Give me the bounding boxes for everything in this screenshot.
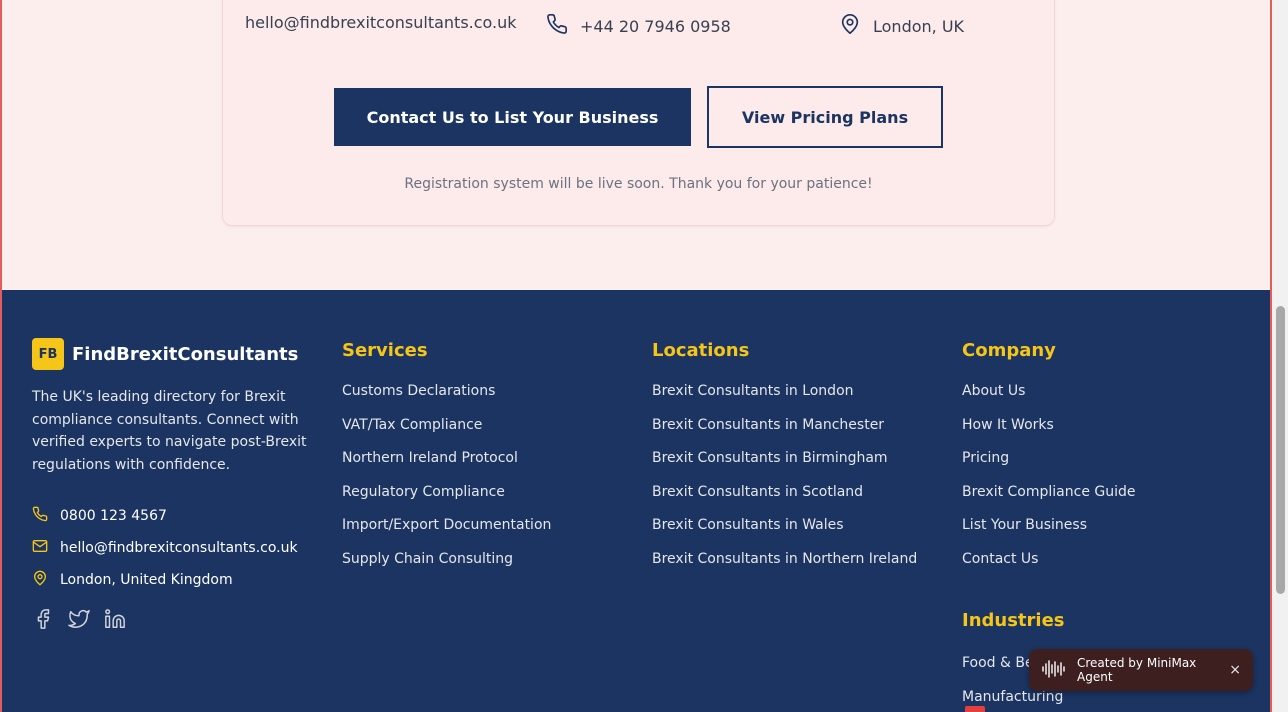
social-links <box>32 608 126 634</box>
footer-link[interactable]: VAT/Tax Compliance <box>342 417 551 451</box>
contact-card: hello@findbrexitconsultants.co.uk +44 20… <box>222 0 1055 226</box>
footer-link[interactable]: Brexit Consultants in Wales <box>652 517 917 551</box>
brand-name: FindBrexitConsultants <box>72 343 299 365</box>
locations-heading: Locations <box>652 340 750 361</box>
footer-link[interactable]: Northern Ireland Protocol <box>342 450 551 484</box>
brand-description: The UK's leading directory for Brexit co… <box>32 389 307 473</box>
footer-link[interactable]: Supply Chain Consulting <box>342 551 551 585</box>
list-business-button[interactable]: Contact Us to List Your Business <box>334 88 691 146</box>
contact-email[interactable]: hello@findbrexitconsultants.co.uk <box>245 13 517 32</box>
contact-location-text: London, UK <box>873 16 965 36</box>
footer-phone[interactable]: 0800 123 4567 <box>32 500 298 532</box>
footer-link[interactable]: Brexit Consultants in London <box>652 383 917 417</box>
footer-phone-text: 0800 123 4567 <box>60 508 167 524</box>
footer-services: Services Customs Declarations VAT/Tax Co… <box>342 340 551 585</box>
footer-link[interactable]: About Us <box>962 383 1136 417</box>
footer-link[interactable]: List Your Business <box>962 517 1136 551</box>
twitter-icon[interactable] <box>68 608 90 634</box>
close-icon[interactable]: × <box>1229 662 1241 678</box>
footer-company: Company About Us How It Works Pricing Br… <box>962 340 1136 585</box>
mail-icon <box>32 538 48 558</box>
partial-element <box>965 706 985 712</box>
footer-link[interactable]: Regulatory Compliance <box>342 484 551 518</box>
registration-note: Registration system will be live soon. T… <box>404 176 873 192</box>
footer-link[interactable]: Brexit Compliance Guide <box>962 484 1136 518</box>
footer-locations: Locations Brexit Consultants in London B… <box>652 340 917 585</box>
map-pin-icon <box>839 13 861 39</box>
scrollbar[interactable] <box>1272 0 1288 712</box>
services-heading: Services <box>342 340 428 361</box>
footer-email[interactable]: hello@findbrexitconsultants.co.uk <box>32 532 298 564</box>
footer-link[interactable]: Brexit Consultants in Northern Ireland <box>652 551 917 585</box>
contact-row: hello@findbrexitconsultants.co.uk +44 20… <box>223 13 1054 37</box>
footer-link[interactable]: Import/Export Documentation <box>342 517 551 551</box>
contact-phone[interactable]: +44 20 7946 0958 <box>546 13 731 39</box>
view-pricing-button[interactable]: View Pricing Plans <box>707 86 943 148</box>
footer-link[interactable]: Brexit Consultants in Manchester <box>652 417 917 451</box>
contact-phone-text: +44 20 7946 0958 <box>580 16 731 36</box>
map-pin-icon <box>32 570 48 590</box>
footer-link[interactable]: Brexit Consultants in Scotland <box>652 484 917 518</box>
frame-border-left <box>0 0 2 712</box>
company-heading: Company <box>962 340 1056 361</box>
badge-text: Created by MiniMax Agent <box>1077 656 1197 684</box>
contact-location: London, UK <box>839 13 964 39</box>
facebook-icon[interactable] <box>32 608 54 634</box>
footer-email-text: hello@findbrexitconsultants.co.uk <box>60 540 298 556</box>
footer-link[interactable]: Brexit Consultants in Birmingham <box>652 450 917 484</box>
linkedin-icon[interactable] <box>104 608 126 634</box>
footer-link[interactable]: Customs Declarations <box>342 383 551 417</box>
minimax-badge[interactable]: Created by MiniMax Agent × <box>1029 649 1253 691</box>
footer-location-text: London, United Kingdom <box>60 572 233 588</box>
footer-link[interactable]: Contact Us <box>962 551 1136 585</box>
contact-section: hello@findbrexitconsultants.co.uk +44 20… <box>2 0 1270 290</box>
footer-brand[interactable]: FB FindBrexitConsultants <box>32 338 298 370</box>
contact-email-text: hello@findbrexitconsultants.co.uk <box>245 13 517 32</box>
footer-link[interactable]: How It Works <box>962 417 1136 451</box>
footer-contact-list: 0800 123 4567 hello@findbrexitconsultant… <box>32 500 298 596</box>
scrollbar-thumb[interactable] <box>1276 306 1285 594</box>
phone-icon <box>32 506 48 526</box>
phone-icon <box>546 13 568 39</box>
brand-logo: FB <box>32 338 64 370</box>
industries-heading: Industries <box>962 610 1065 631</box>
waveform-icon <box>1041 659 1067 682</box>
footer-location: London, United Kingdom <box>32 564 298 596</box>
footer-link[interactable]: Pricing <box>962 450 1136 484</box>
frame-border-right <box>1270 0 1272 712</box>
